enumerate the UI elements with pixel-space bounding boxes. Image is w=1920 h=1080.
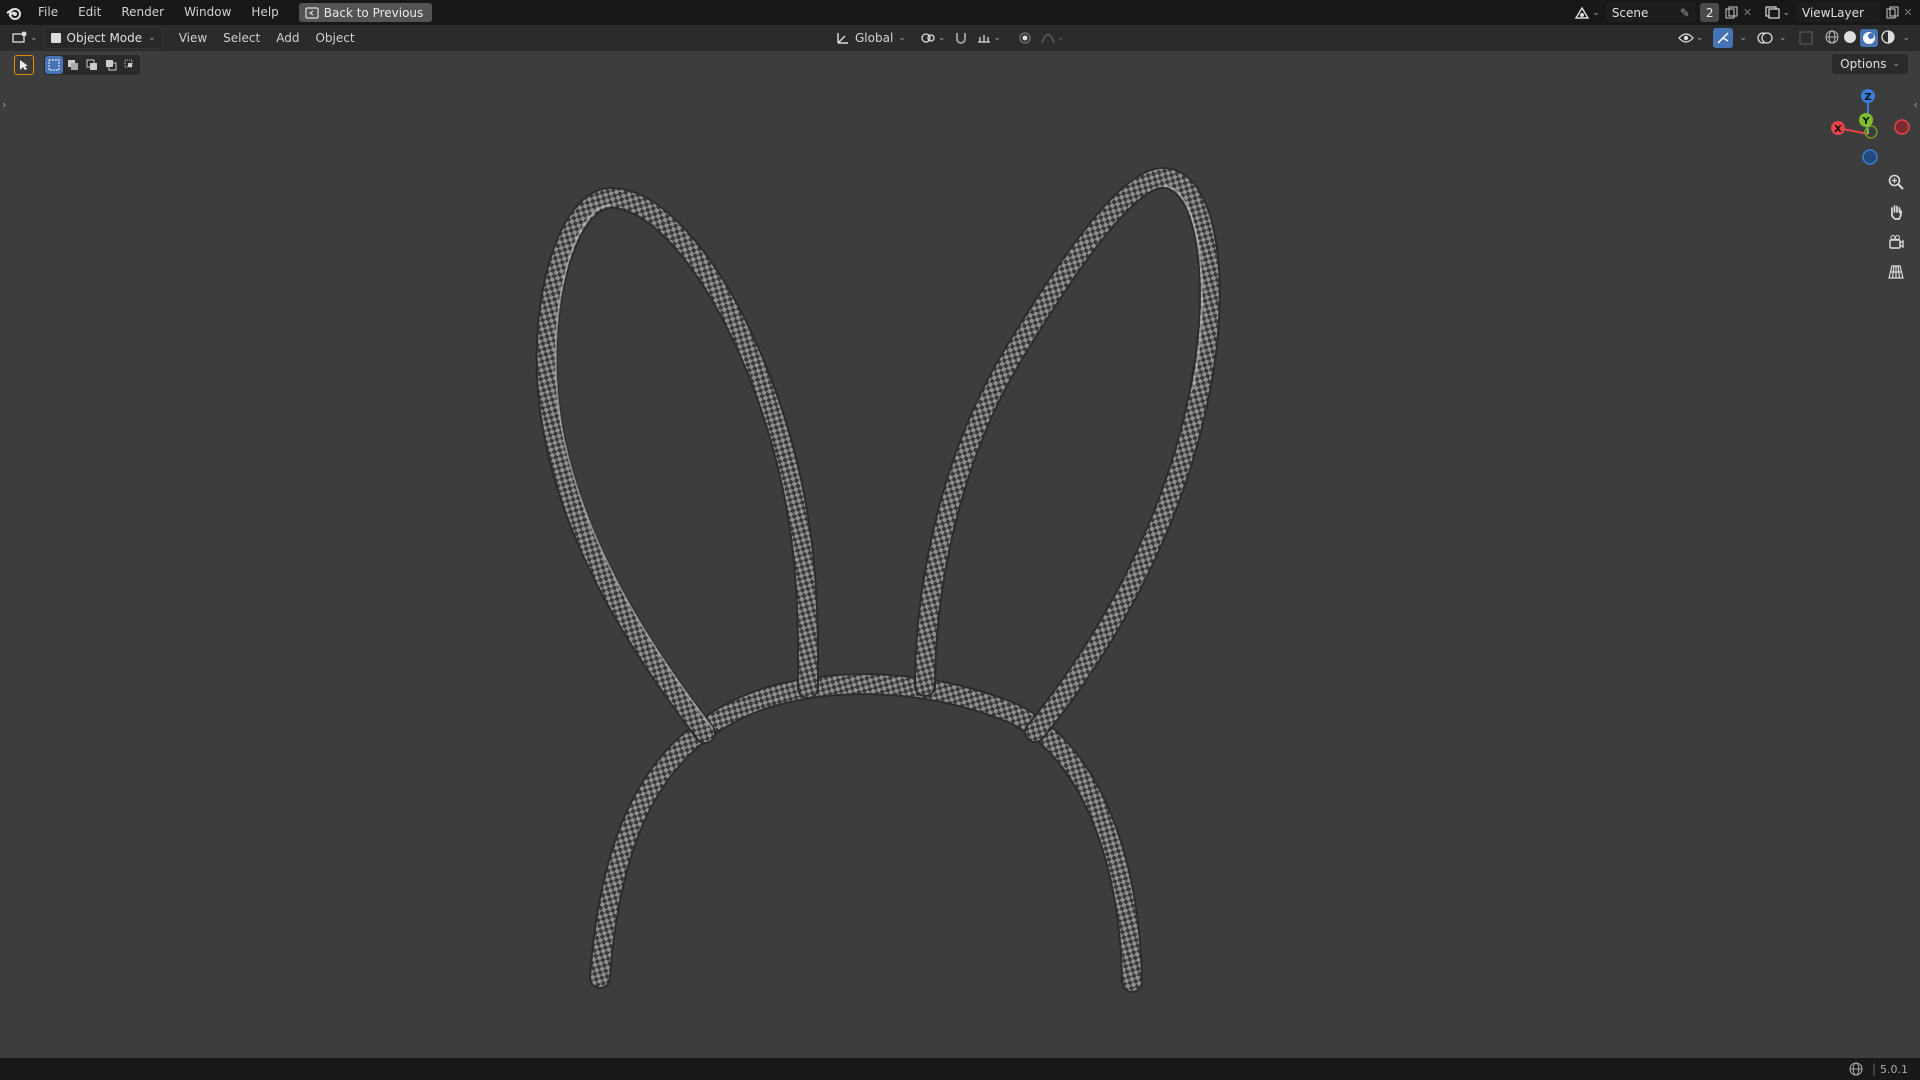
object-mode-label: Object Mode bbox=[66, 31, 143, 45]
shading-dropdown-chevron[interactable]: ⌄ bbox=[1902, 33, 1910, 43]
status-separator: | bbox=[1871, 1062, 1876, 1076]
gizmo-icon bbox=[1717, 32, 1729, 44]
headband-arc-texture bbox=[591, 675, 1141, 991]
right-ear-loop-texture bbox=[916, 169, 1219, 741]
header-menu-select[interactable]: Select bbox=[215, 31, 268, 45]
header-menu-add[interactable]: Add bbox=[268, 31, 307, 45]
orientation-axes-icon bbox=[837, 33, 848, 44]
scene-users-count[interactable]: 2 bbox=[1699, 3, 1720, 22]
menu-edit[interactable]: Edit bbox=[68, 0, 111, 25]
left-ear-loop[interactable] bbox=[535, 187, 820, 744]
network-globe-icon[interactable] bbox=[1848, 1061, 1864, 1077]
viewport-display-tools: ⌄ ⌄ ⌄ ⌄ bbox=[1677, 25, 1910, 51]
scene-users-value: 2 bbox=[1705, 5, 1714, 20]
left-ear-loop-texture bbox=[537, 189, 818, 742]
pin-icon[interactable]: ✎ bbox=[1680, 6, 1690, 20]
bunny-ears-headband-mesh[interactable] bbox=[535, 167, 1221, 993]
editor-type-icon[interactable]: ⌄ bbox=[12, 31, 38, 45]
xray-toggle-icon[interactable] bbox=[1798, 30, 1814, 46]
eye-icon bbox=[1677, 33, 1694, 43]
shading-modes bbox=[1824, 29, 1896, 47]
menu-help[interactable]: Help bbox=[241, 0, 288, 25]
status-bar: | 5.0.1 bbox=[0, 1058, 1920, 1080]
object-mode-dropdown[interactable]: Object Mode ⌄ bbox=[43, 27, 163, 49]
blender-version: 5.0.1 bbox=[1880, 1062, 1908, 1076]
scene-selector-icon[interactable]: ⌄ bbox=[1574, 6, 1600, 20]
back-to-previous-button[interactable]: Back to Previous bbox=[298, 3, 433, 22]
wireframe-shading-icon[interactable] bbox=[1824, 29, 1840, 45]
overlays-icon bbox=[1757, 32, 1773, 44]
menu-file[interactable]: File bbox=[28, 0, 68, 25]
proportional-falloff-dropdown[interactable]: ⌄ bbox=[1041, 32, 1064, 44]
view-layer-name: ViewLayer bbox=[1802, 5, 1864, 20]
overlays-toggle-button[interactable] bbox=[1757, 30, 1773, 46]
scene-name: Scene bbox=[1611, 5, 1649, 20]
menu-window[interactable]: Window bbox=[174, 0, 241, 25]
snap-target-dropdown[interactable]: ⌄ bbox=[977, 32, 1001, 44]
new-view-layer-icon[interactable] bbox=[1884, 5, 1900, 21]
material-preview-shading-icon[interactable] bbox=[1860, 29, 1879, 47]
solid-shading-icon[interactable] bbox=[1842, 29, 1858, 45]
blender-logo-icon[interactable] bbox=[0, 6, 28, 20]
object-mode-icon bbox=[50, 33, 61, 43]
pivot-icon bbox=[921, 33, 935, 43]
visibility-dropdown[interactable]: ⌄ bbox=[1677, 32, 1703, 44]
top-bar: File Edit Render Window Help Back to Pre… bbox=[0, 0, 1920, 25]
pivot-point-dropdown[interactable]: ⌄ bbox=[920, 31, 945, 45]
rendered-shading-icon[interactable] bbox=[1880, 29, 1896, 45]
viewport-canvas[interactable] bbox=[0, 51, 1920, 1058]
transform-tools: Global ⌄ ⌄ ⌄ ⌄ bbox=[836, 25, 1064, 51]
header-menu-view[interactable]: View bbox=[171, 31, 215, 45]
proportional-editing-icon[interactable] bbox=[1017, 30, 1033, 46]
delete-scene-icon[interactable]: ✕ bbox=[1739, 5, 1755, 21]
header-menu-object[interactable]: Object bbox=[307, 31, 362, 45]
workspace-selectors: ⌄ Scene ✎ 2 ✕ ⌄ ViewLayer ✕ bbox=[1574, 0, 1920, 25]
falloff-curve-icon bbox=[1041, 33, 1055, 44]
snap-increment-icon bbox=[978, 35, 991, 43]
snap-toggle-icon[interactable] bbox=[953, 30, 969, 46]
view-layer-selector-icon[interactable]: ⌄ bbox=[1765, 6, 1790, 19]
chevron-down-icon: ⌄ bbox=[148, 33, 156, 43]
transform-orientation-dropdown[interactable]: Global ⌄ bbox=[836, 31, 906, 45]
screen-back-icon bbox=[305, 6, 319, 19]
scene-name-field[interactable]: Scene ✎ bbox=[1605, 3, 1696, 22]
overlays-dropdown-chevron[interactable]: ⌄ bbox=[1779, 33, 1787, 43]
gizmo-toggle-button[interactable] bbox=[1713, 28, 1734, 48]
menu-render[interactable]: Render bbox=[111, 0, 174, 25]
delete-view-layer-icon[interactable]: ✕ bbox=[1900, 5, 1916, 21]
transform-orientation-label: Global bbox=[855, 31, 894, 45]
gizmo-dropdown-chevron[interactable]: ⌄ bbox=[1739, 33, 1747, 43]
back-to-previous-label: Back to Previous bbox=[323, 5, 424, 20]
view-layer-field[interactable]: ViewLayer bbox=[1796, 3, 1880, 22]
new-scene-icon[interactable] bbox=[1723, 5, 1739, 21]
